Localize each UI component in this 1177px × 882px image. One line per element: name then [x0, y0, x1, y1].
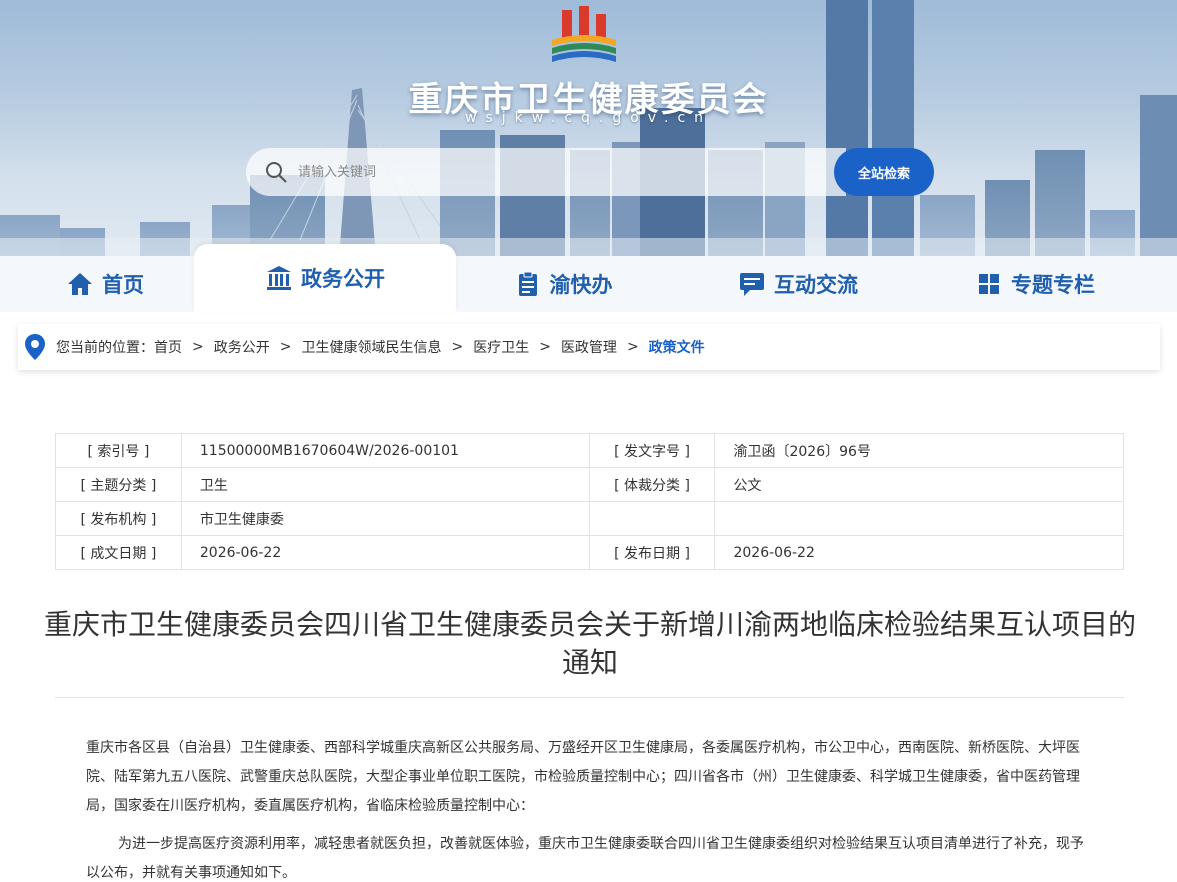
breadcrumb-item-home[interactable]: 首页: [154, 337, 182, 357]
clipboard-icon: [518, 271, 537, 296]
breadcrumb-item-medical-health[interactable]: 医疗卫生: [473, 337, 529, 357]
home-icon: [68, 273, 92, 295]
nav-item-label: 专题专栏: [1011, 273, 1095, 297]
breadcrumb-prefix: 您当前的位置：: [56, 340, 154, 356]
nav-item-yukuaiban[interactable]: 渝快办: [478, 256, 648, 312]
breadcrumb-item-medical-admin[interactable]: 医政管理: [561, 337, 617, 357]
meta-value: [714, 501, 1124, 536]
header-banner: 重庆市卫生健康委员会 wsjkw.cq.gov.cn 全站检索: [0, 0, 1177, 300]
meta-value: 公文: [714, 467, 1124, 502]
breadcrumb-separator: >: [626, 339, 639, 355]
chat-icon: [740, 273, 764, 296]
meta-key: [ 体裁分类 ]: [588, 467, 716, 502]
meta-key: [ 成文日期 ]: [55, 535, 182, 570]
site-domain: wsjkw.cq.gov.cn: [464, 110, 713, 126]
breadcrumb-item-policy-documents[interactable]: 政策文件: [649, 337, 705, 357]
meta-key: [ 主题分类 ]: [55, 467, 182, 502]
meta-key: [ 发文字号 ]: [588, 433, 716, 468]
search-bar: [246, 148, 846, 196]
nav-item-label: 政务公开: [301, 267, 385, 291]
nav-item-home[interactable]: 首页: [20, 256, 190, 312]
divider: [55, 697, 1124, 698]
breadcrumb-item-livelihood-info[interactable]: 卫生健康领域民生信息: [301, 337, 441, 357]
meta-value: 市卫生健康委: [180, 501, 590, 536]
table-row: [ 索引号 ] 11500000MB1670604W/2026-00101 [ …: [55, 433, 1124, 468]
breadcrumb-separator: >: [451, 339, 464, 355]
nav-item-label: 渝快办: [549, 273, 613, 297]
nav-item-interaction[interactable]: 互动交流: [708, 256, 888, 312]
breadcrumb-item-government-affairs[interactable]: 政务公开: [214, 337, 270, 357]
search-button[interactable]: 全站检索: [834, 148, 934, 196]
nav-item-government-affairs[interactable]: 政务公开: [194, 244, 456, 312]
meta-value: 11500000MB1670604W/2026-00101: [180, 433, 590, 468]
table-row: [ 发布机构 ] 市卫生健康委: [55, 501, 1124, 536]
breadcrumb-separator: >: [192, 339, 204, 355]
breadcrumb-separator: >: [539, 339, 551, 355]
meta-key: [ 索引号 ]: [55, 433, 182, 468]
table-row: [ 主题分类 ] 卫生 [ 体裁分类 ] 公文: [55, 467, 1124, 502]
article-recipients: 重庆市各区县（自治县）卫生健康委、西部科学城重庆高新区公共服务局、万盛经开区卫生…: [86, 740, 1080, 814]
government-building-icon: [267, 266, 291, 290]
nav-item-special-topics[interactable]: 专题专栏: [945, 256, 1125, 312]
grid-icon: [979, 274, 999, 294]
table-row: [ 成文日期 ] 2026-06-22 [ 发布日期 ] 2026-06-22: [55, 535, 1124, 570]
main-nav: 首页 政务公开 渝快办 互动交流 专题专栏: [0, 244, 1177, 312]
article-title: 重庆市卫生健康委员会四川省卫生健康委员会关于新增川渝两地临床检验结果互认项目的通…: [43, 608, 1136, 679]
meta-value: 2026-06-22: [714, 535, 1124, 570]
breadcrumb-separator: >: [279, 339, 292, 355]
breadcrumb: 您当前的位置： 首页 > 政务公开 > 卫生健康领域民生信息 > 医疗卫生 > …: [18, 324, 1160, 370]
meta-value: 卫生: [180, 467, 590, 502]
search-input[interactable]: [298, 160, 818, 184]
site-logo: [552, 6, 616, 62]
article-intro-paragraph: 为进一步提高医疗资源利用率，减轻患者就医负担，改善就医体验，重庆市卫生健康委联合…: [86, 836, 1084, 881]
search-icon: [266, 162, 287, 183]
meta-key: [588, 501, 716, 536]
meta-key: [ 发布机构 ]: [55, 501, 182, 536]
nav-item-label: 互动交流: [774, 273, 858, 297]
meta-value: 渝卫函〔2026〕96号: [714, 433, 1124, 468]
meta-value: 2026-06-22: [180, 535, 590, 570]
meta-key: [ 发布日期 ]: [588, 535, 716, 570]
location-pin-icon: [25, 334, 45, 360]
nav-item-label: 首页: [102, 273, 144, 297]
document-meta-table: [ 索引号 ] 11500000MB1670604W/2026-00101 [ …: [55, 433, 1124, 570]
